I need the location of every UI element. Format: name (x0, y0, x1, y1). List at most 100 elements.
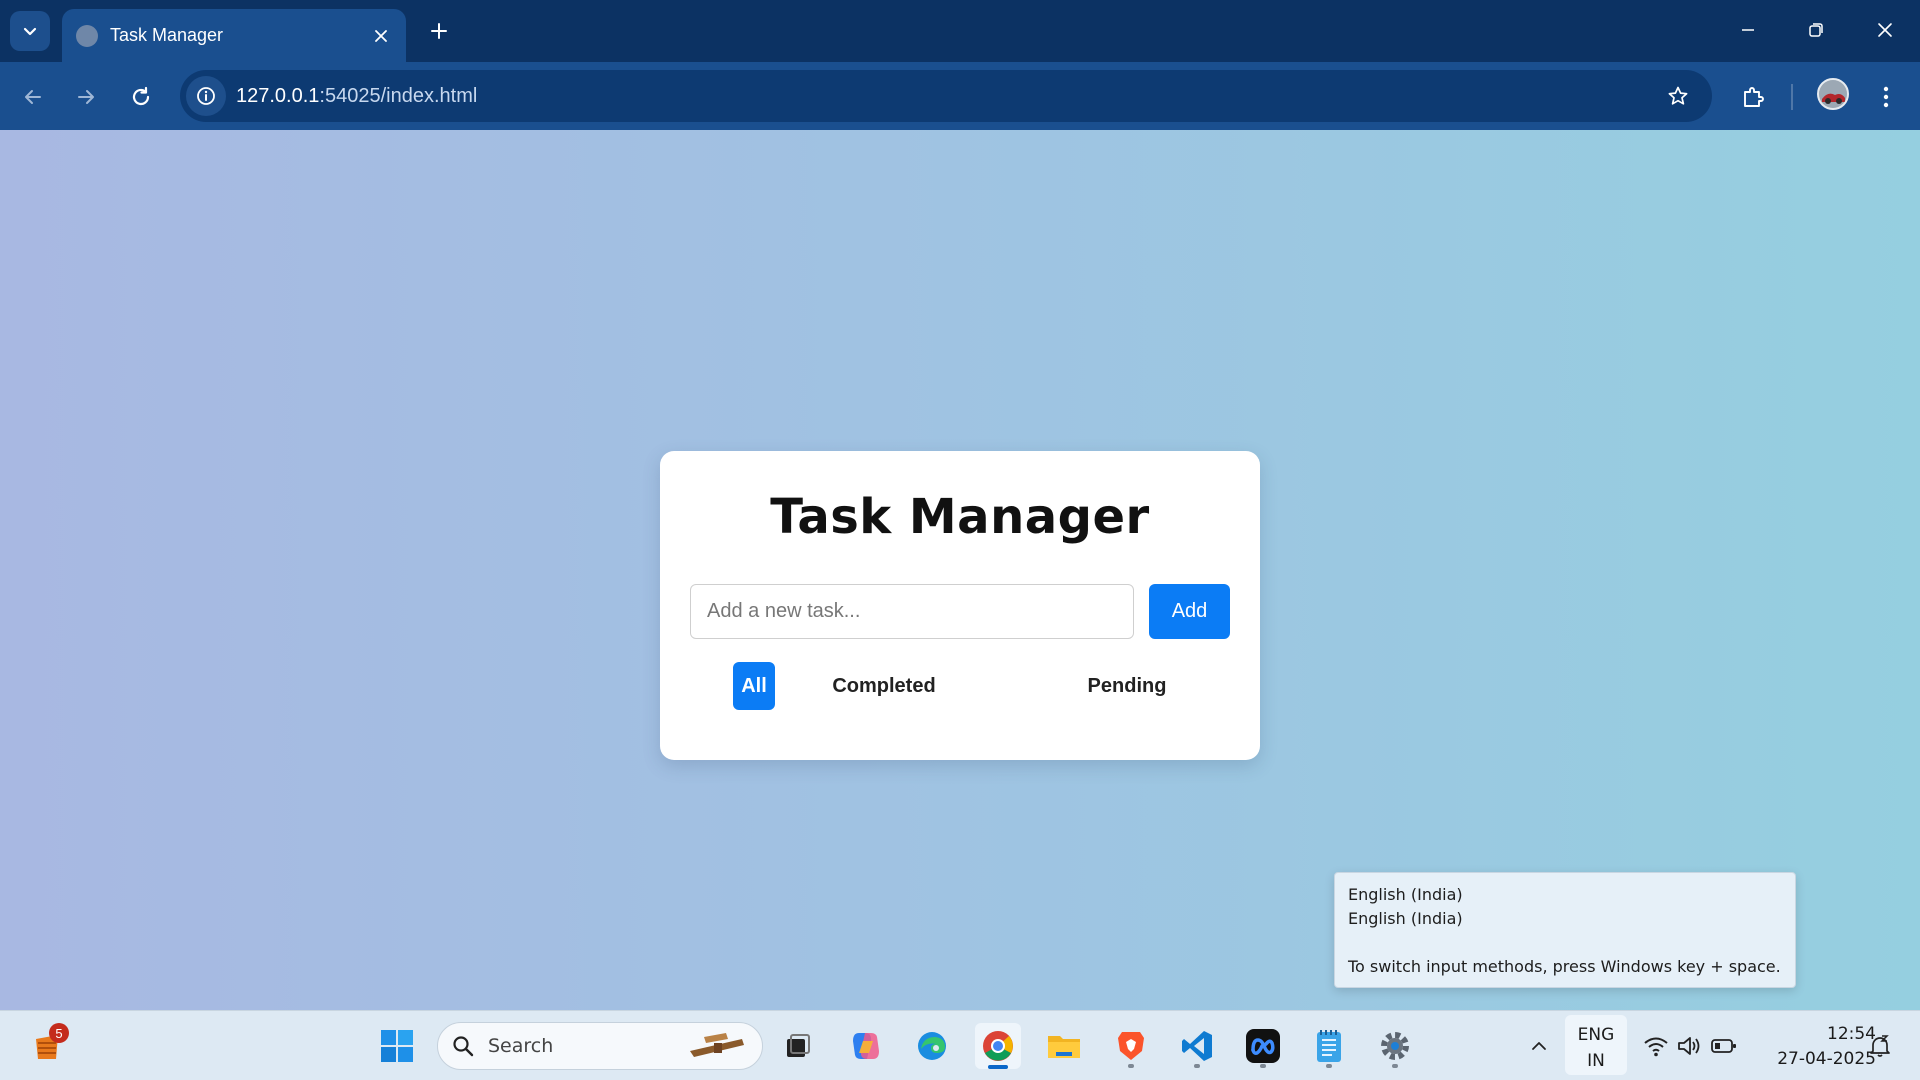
browser-menu-button[interactable] (1867, 78, 1905, 116)
taskbar-vscode[interactable] (1174, 1023, 1220, 1069)
running-indicator (1260, 1064, 1266, 1068)
wifi-icon (1644, 1037, 1668, 1057)
taskbar-copilot[interactable] (843, 1023, 889, 1069)
battery-button[interactable] (1706, 1023, 1742, 1069)
extensions-button[interactable] (1734, 78, 1772, 116)
url-host: 127.0.0.1 (236, 84, 320, 107)
ime-language: ENG (1577, 1025, 1615, 1045)
page-title: Task Manager (770, 489, 1150, 545)
file-explorer-icon (1048, 1036, 1080, 1058)
wifi-button[interactable] (1638, 1023, 1674, 1069)
address-bar[interactable]: 127.0.0.1:54025/index.html (180, 70, 1712, 122)
volume-icon (1678, 1037, 1700, 1055)
bell-snooze-icon (1870, 1035, 1890, 1057)
tooltip-hint: To switch input methods, press Windows k… (1348, 957, 1781, 976)
taskbar-brave[interactable] (1108, 1023, 1154, 1069)
taskbar-task-view[interactable] (775, 1023, 821, 1069)
add-task-button[interactable]: Add (1149, 584, 1230, 639)
brave-icon (1118, 1032, 1144, 1060)
running-indicator (1128, 1064, 1134, 1068)
running-indicator (1326, 1064, 1332, 1068)
start-button[interactable] (374, 1023, 420, 1069)
taskbar: 5 Search ENG IN 12:54 27-04-2025 (0, 1010, 1920, 1080)
search-highlight-art (690, 1033, 744, 1057)
taskbar-edge[interactable] (909, 1023, 955, 1069)
profile-avatar[interactable] (1817, 78, 1849, 110)
new-tab-button[interactable] (422, 14, 456, 48)
battery-icon (1711, 1039, 1736, 1053)
close-window-button[interactable] (1860, 10, 1910, 50)
globe-icon (76, 24, 98, 47)
url-text: 127.0.0.1:54025/index.html (236, 85, 477, 108)
reload-icon (132, 86, 150, 106)
tab-title: Task Manager (110, 25, 224, 45)
tooltip-spacer (1348, 931, 1782, 955)
restore-button[interactable] (1791, 10, 1841, 50)
notepad-icon (1317, 1030, 1341, 1062)
copilot-icon (853, 1033, 879, 1059)
task-input[interactable] (690, 584, 1134, 639)
page-background: Task Manager Add All Completed Pending E… (0, 130, 1920, 1010)
clock-date: 27-04-2025 (1777, 1049, 1876, 1069)
star-icon (1668, 86, 1688, 105)
plus-icon (431, 23, 447, 39)
back-button[interactable] (14, 78, 52, 116)
taskbar-meta-app[interactable] (1240, 1023, 1286, 1069)
arrow-left-icon (25, 90, 41, 104)
running-indicator (1194, 1064, 1200, 1068)
taskbar-settings[interactable] (1372, 1023, 1418, 1069)
tooltip-language-line: English (India) (1348, 885, 1463, 904)
forward-button[interactable] (67, 78, 105, 116)
chevron-down-icon (23, 27, 37, 36)
close-icon (375, 29, 387, 42)
chevron-up-icon (1532, 1042, 1546, 1050)
browser-toolbar: 127.0.0.1:54025/index.html (0, 62, 1920, 130)
tab-search-button[interactable] (10, 11, 50, 51)
windows-start-icon (381, 1030, 413, 1062)
meta-app-icon (1246, 1029, 1280, 1063)
settings-gear-icon (1381, 1032, 1409, 1060)
site-info-button[interactable] (186, 76, 226, 116)
avatar (1819, 80, 1847, 108)
bookmark-button[interactable] (1660, 78, 1696, 114)
taskbar-chrome[interactable] (975, 1023, 1021, 1069)
task-manager-card: Task Manager Add All Completed Pending (660, 451, 1260, 760)
arrow-right-icon (78, 90, 94, 104)
running-indicator (1392, 1064, 1398, 1068)
taskbar-search[interactable]: Search (437, 1022, 763, 1070)
more-vertical-icon (1883, 86, 1889, 108)
edge-icon (918, 1032, 946, 1060)
ime-region: IN (1587, 1051, 1605, 1071)
running-indicator (988, 1065, 1008, 1069)
tab-close-button[interactable] (368, 23, 394, 49)
close-icon (1878, 23, 1892, 37)
info-icon (197, 87, 215, 105)
show-hidden-icons-button[interactable] (1516, 1023, 1562, 1069)
widgets-button[interactable]: 5 (25, 1023, 71, 1069)
vscode-icon (1182, 1031, 1212, 1061)
taskbar-notepad[interactable] (1306, 1023, 1352, 1069)
clock-time: 12:54 (1827, 1024, 1876, 1044)
puzzle-icon (1744, 87, 1764, 107)
filter-pending-button[interactable]: Pending (1084, 662, 1170, 710)
chrome-icon (983, 1031, 1013, 1061)
input-indicator-button[interactable]: ENG IN (1565, 1015, 1627, 1075)
search-label: Search (488, 1035, 554, 1057)
notifications-button[interactable] (1862, 1023, 1898, 1069)
browser-tab[interactable]: Task Manager (62, 9, 406, 62)
filter-all-button[interactable]: All (733, 662, 775, 710)
task-view-icon (787, 1034, 810, 1057)
reload-button[interactable] (122, 78, 160, 116)
input-language-tooltip: English (India) English (India) To switc… (1334, 872, 1796, 988)
notification-badge: 5 (49, 1023, 69, 1043)
filter-completed-button[interactable]: Completed (828, 662, 940, 710)
volume-button[interactable] (1672, 1023, 1708, 1069)
restore-icon (1809, 23, 1823, 37)
tooltip-language-line: English (India) (1348, 909, 1463, 928)
search-icon (453, 1036, 474, 1057)
taskbar-file-explorer[interactable] (1041, 1023, 1087, 1069)
url-path: :54025/index.html (319, 84, 478, 107)
clock[interactable]: 12:54 27-04-2025 (1750, 1019, 1876, 1073)
minimize-button[interactable] (1723, 10, 1773, 50)
browser-tabstrip: Task Manager (0, 0, 1920, 62)
